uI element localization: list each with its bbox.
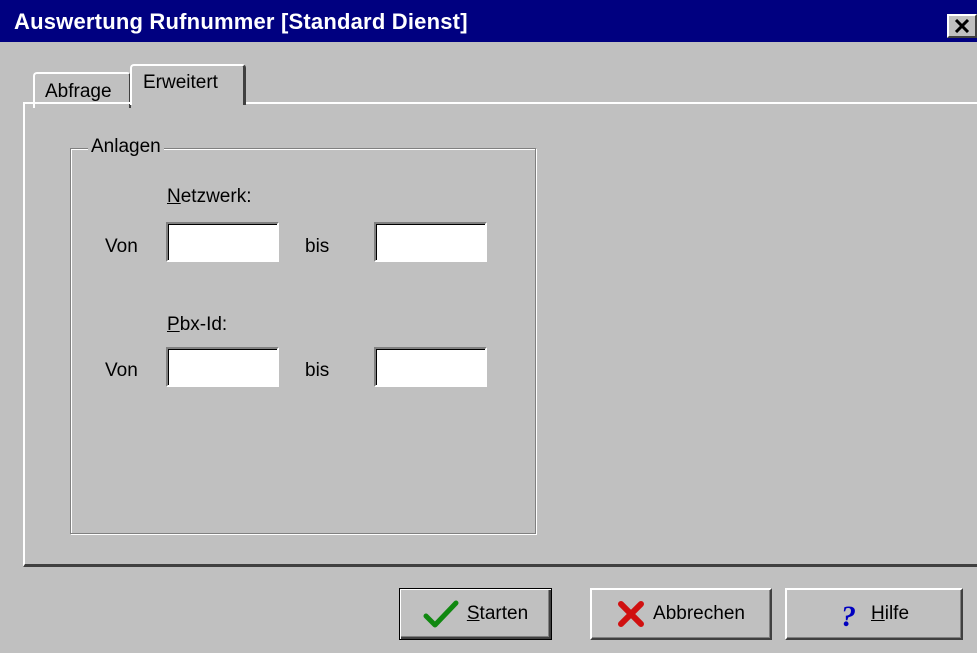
- tab-abfrage-label: Abfrage: [45, 81, 112, 102]
- window-title: Auswertung Rufnummer [Standard Dienst]: [14, 9, 468, 34]
- pbx-id-heading-rest: bx-Id:: [179, 314, 228, 335]
- svg-text:?: ?: [841, 600, 856, 629]
- question-mark-icon: ?: [839, 599, 863, 629]
- starten-label: Starten: [467, 603, 528, 625]
- title-bar: Auswertung Rufnummer [Standard Dienst]: [0, 0, 977, 42]
- starten-mnemonic: S: [466, 603, 480, 624]
- netzwerk-mnemonic: N: [167, 186, 181, 207]
- starten-button[interactable]: Starten: [399, 588, 552, 640]
- pbx-bis-label: bis: [305, 360, 330, 381]
- hilfe-mnemonic: H: [870, 603, 885, 624]
- abbrechen-button[interactable]: Abbrechen: [590, 588, 772, 640]
- dialog-window: Auswertung Rufnummer [Standard Dienst] A…: [0, 0, 977, 653]
- netzwerk-heading: Netzwerk:: [167, 186, 251, 208]
- pbx-id-heading: Pbx-Id:: [167, 314, 227, 336]
- red-x-icon: [617, 600, 645, 628]
- anlagen-group-title: Anlagen: [88, 136, 164, 158]
- close-button[interactable]: [947, 14, 977, 38]
- pbx-von-input[interactable]: [166, 347, 279, 387]
- tab-erweitert-label: Erweitert: [143, 72, 218, 93]
- abbrechen-label: Abbrechen: [653, 603, 745, 624]
- netzwerk-von-input[interactable]: [166, 222, 279, 262]
- netzwerk-von-label: Von: [105, 236, 138, 257]
- hilfe-label: Hilfe: [871, 603, 909, 625]
- netzwerk-bis-label: bis: [305, 236, 330, 257]
- pbx-von-label: Von: [105, 360, 138, 381]
- anlagen-groupbox: [70, 148, 536, 534]
- close-icon: [954, 19, 970, 33]
- starten-label-rest: tarten: [479, 603, 529, 624]
- checkmark-icon: [423, 600, 459, 628]
- hilfe-label-rest: ilfe: [884, 603, 910, 624]
- tab-panel-gap: [132, 100, 243, 106]
- netzwerk-heading-rest: etzwerk:: [180, 186, 252, 207]
- pbx-bis-input[interactable]: [374, 347, 487, 387]
- hilfe-button[interactable]: ? Hilfe: [785, 588, 963, 640]
- pbx-id-mnemonic: P: [167, 314, 180, 335]
- tab-erweitert[interactable]: Erweitert: [130, 64, 246, 105]
- netzwerk-bis-input[interactable]: [374, 222, 487, 262]
